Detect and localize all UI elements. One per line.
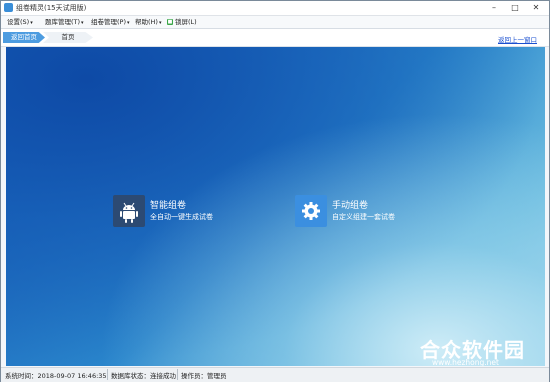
gear-icon xyxy=(295,195,327,227)
chevron-down-icon: ▾ xyxy=(158,20,162,26)
breadcrumb-current[interactable]: 首页 xyxy=(43,32,93,43)
menu-help-label: 帮助(H) xyxy=(135,18,158,26)
window-title: 组卷精灵(15天试用版) xyxy=(16,4,87,12)
app-window: 组卷精灵(15天试用版) – □ ✕ 设置(S)▾ 题库管理(T)▾ 组卷管理(… xyxy=(0,0,550,382)
lock-icon: ■ xyxy=(167,19,173,25)
title-bar[interactable]: 组卷精灵(15天试用版) – □ ✕ xyxy=(1,1,549,16)
chevron-down-icon: ▾ xyxy=(127,20,130,26)
status-divider xyxy=(177,369,178,380)
menu-settings-label: 设置(S) xyxy=(7,18,30,26)
main-panel: 智能组卷 全自动一键生成试卷 手动组卷 自定义组建一套试卷 合众软件园 www.… xyxy=(6,47,545,366)
smart-paper-subtitle: 全自动一键生成试卷 xyxy=(150,213,213,221)
breadcrumb-home[interactable]: 返回首页 xyxy=(3,32,45,43)
minimize-button[interactable]: – xyxy=(483,1,505,14)
status-operator: 操作员：管理员 xyxy=(181,372,227,380)
menu-settings[interactable]: 设置(S)▾ xyxy=(7,17,33,27)
status-bar: 系统时间：2018-09-07 16:46:35 数据库状态：连接成功 操作员：… xyxy=(1,367,549,382)
status-db: 数据库状态：连接成功 xyxy=(111,372,176,380)
status-divider xyxy=(107,369,108,380)
menu-question-bank-label: 题库管理(T) xyxy=(45,18,81,26)
menu-paper-management[interactable]: 组卷管理(P)▾ xyxy=(91,17,130,27)
smart-paper-title: 智能组卷 xyxy=(150,201,187,211)
app-icon xyxy=(4,3,13,12)
android-icon xyxy=(113,195,145,227)
menu-paper-management-label: 组卷管理(P) xyxy=(91,18,126,26)
maximize-button[interactable]: □ xyxy=(504,1,526,14)
close-button[interactable]: ✕ xyxy=(525,1,547,14)
menu-lock-screen-label: 锁屏(L) xyxy=(175,18,197,26)
chevron-down-icon: ▾ xyxy=(30,20,33,26)
menu-lock-screen[interactable]: ■ 锁屏(L) xyxy=(167,17,197,27)
manual-paper-tile[interactable]: 手动组卷 自定义组建一套试卷 xyxy=(295,195,425,229)
status-time: 系统时间：2018-09-07 16:46:35 xyxy=(5,372,107,380)
back-link[interactable]: 返回上一窗口 xyxy=(498,34,537,44)
watermark-url: www.hezhong.net xyxy=(432,358,499,366)
manual-paper-subtitle: 自定义组建一套试卷 xyxy=(332,213,395,221)
menu-question-bank[interactable]: 题库管理(T)▾ xyxy=(45,17,84,27)
menu-bar: 设置(S)▾ 题库管理(T)▾ 组卷管理(P)▾ 帮助(H)▾ ■ 锁屏(L) xyxy=(1,16,549,29)
manual-paper-title: 手动组卷 xyxy=(332,201,369,211)
breadcrumb: 首页 返回首页 返回上一窗口 xyxy=(1,29,549,47)
chevron-down-icon: ▾ xyxy=(81,20,84,26)
smart-paper-tile[interactable]: 智能组卷 全自动一键生成试卷 xyxy=(113,195,243,229)
menu-help[interactable]: 帮助(H)▾ xyxy=(135,17,161,27)
